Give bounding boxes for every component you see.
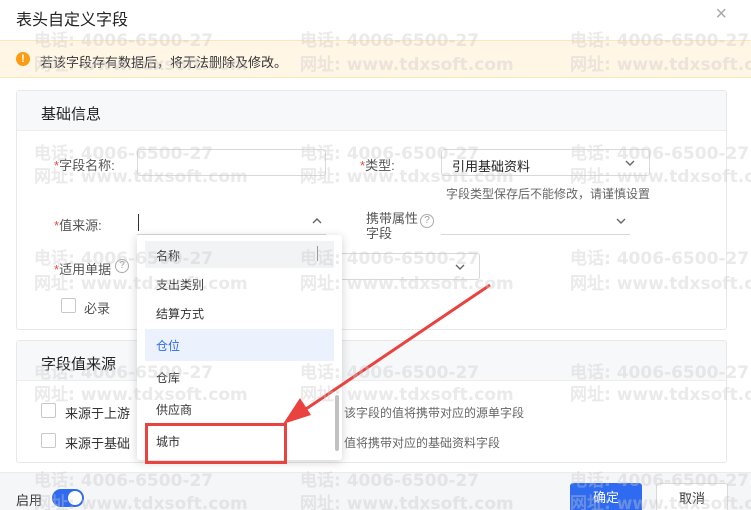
warning-icon: ! bbox=[16, 52, 30, 66]
toggle-knob bbox=[68, 491, 82, 505]
apply-doc-label: *适用单据 bbox=[54, 262, 112, 277]
cancel-button[interactable]: 取消 bbox=[656, 483, 728, 510]
carry-attr-select[interactable] bbox=[441, 208, 630, 235]
basic-info-title: 基础信息 bbox=[41, 106, 102, 123]
carry-attr-help-icon[interactable]: ? bbox=[420, 214, 434, 228]
column-resize-handle[interactable] bbox=[317, 246, 318, 261]
type-select[interactable]: 引用基础资料 bbox=[441, 149, 650, 176]
text-cursor bbox=[138, 214, 139, 231]
chevron-down-icon bbox=[625, 160, 635, 166]
chevron-down-icon bbox=[616, 218, 626, 224]
alert-text: 若该字段存有数据后，将无法删除及修改。 bbox=[40, 55, 288, 70]
highlight-box bbox=[145, 423, 287, 464]
enable-label: 启用 bbox=[16, 493, 43, 508]
dropdown-item[interactable]: 支出类别 bbox=[145, 268, 334, 300]
value-source-header: 字段值来源 bbox=[17, 341, 726, 381]
value-source-select[interactable] bbox=[137, 208, 326, 235]
field-name-label: *字段名称: bbox=[54, 158, 115, 173]
carry-attr-label-2: 字段 bbox=[366, 226, 393, 241]
type-select-value: 引用基础资料 bbox=[452, 159, 531, 174]
close-icon[interactable]: × bbox=[715, 4, 727, 24]
confirm-button[interactable]: 确定 bbox=[570, 483, 642, 510]
type-hint: 字段类型保存后不能修改，请谨慎设置 bbox=[446, 187, 651, 201]
upstream-label: 来源于上游 bbox=[65, 406, 131, 421]
dropdown-scrollbar[interactable] bbox=[335, 395, 339, 451]
dialog-title: 表头自定义字段 bbox=[16, 12, 129, 29]
basic-data-hint: 值将携带对应的基础资料字段 bbox=[344, 436, 501, 450]
basic-data-checkbox[interactable] bbox=[41, 433, 56, 448]
dropdown-item[interactable]: 仓库 bbox=[145, 361, 334, 393]
field-name-input[interactable] bbox=[137, 149, 326, 176]
basic-data-label: 来源于基础 bbox=[65, 436, 131, 451]
dialog-titlebar: 表头自定义字段 × bbox=[0, 0, 751, 34]
dropdown-item-active[interactable]: 仓位 bbox=[145, 329, 334, 361]
value-source-title: 字段值来源 bbox=[41, 356, 117, 373]
basic-info-header: 基础信息 bbox=[17, 91, 726, 131]
warning-alert: ! 若该字段存有数据后，将无法删除及修改。 bbox=[0, 40, 751, 78]
value-source-label: *值来源: bbox=[54, 218, 102, 233]
dropdown-header-label: 名称 bbox=[156, 249, 181, 263]
required-checkbox[interactable] bbox=[61, 298, 76, 313]
custom-field-dialog: 表头自定义字段 × ! 若该字段存有数据后，将无法删除及修改。 基础信息 *字段… bbox=[0, 0, 751, 510]
upstream-checkbox[interactable] bbox=[41, 403, 56, 418]
upstream-hint: 该字段的值将携带对应的源单字段 bbox=[344, 406, 525, 420]
apply-doc-help-icon[interactable]: ? bbox=[115, 259, 129, 273]
chevron-up-icon bbox=[312, 218, 322, 224]
enable-toggle[interactable] bbox=[52, 489, 84, 507]
chevron-down-icon bbox=[455, 264, 465, 270]
dropdown-item[interactable]: 供应商 bbox=[145, 393, 334, 425]
dropdown-header: 名称 bbox=[145, 241, 334, 268]
type-label: *类型: bbox=[360, 158, 395, 173]
required-label: 必录 bbox=[84, 301, 111, 316]
dropdown-item[interactable]: 结算方式 bbox=[145, 297, 334, 329]
